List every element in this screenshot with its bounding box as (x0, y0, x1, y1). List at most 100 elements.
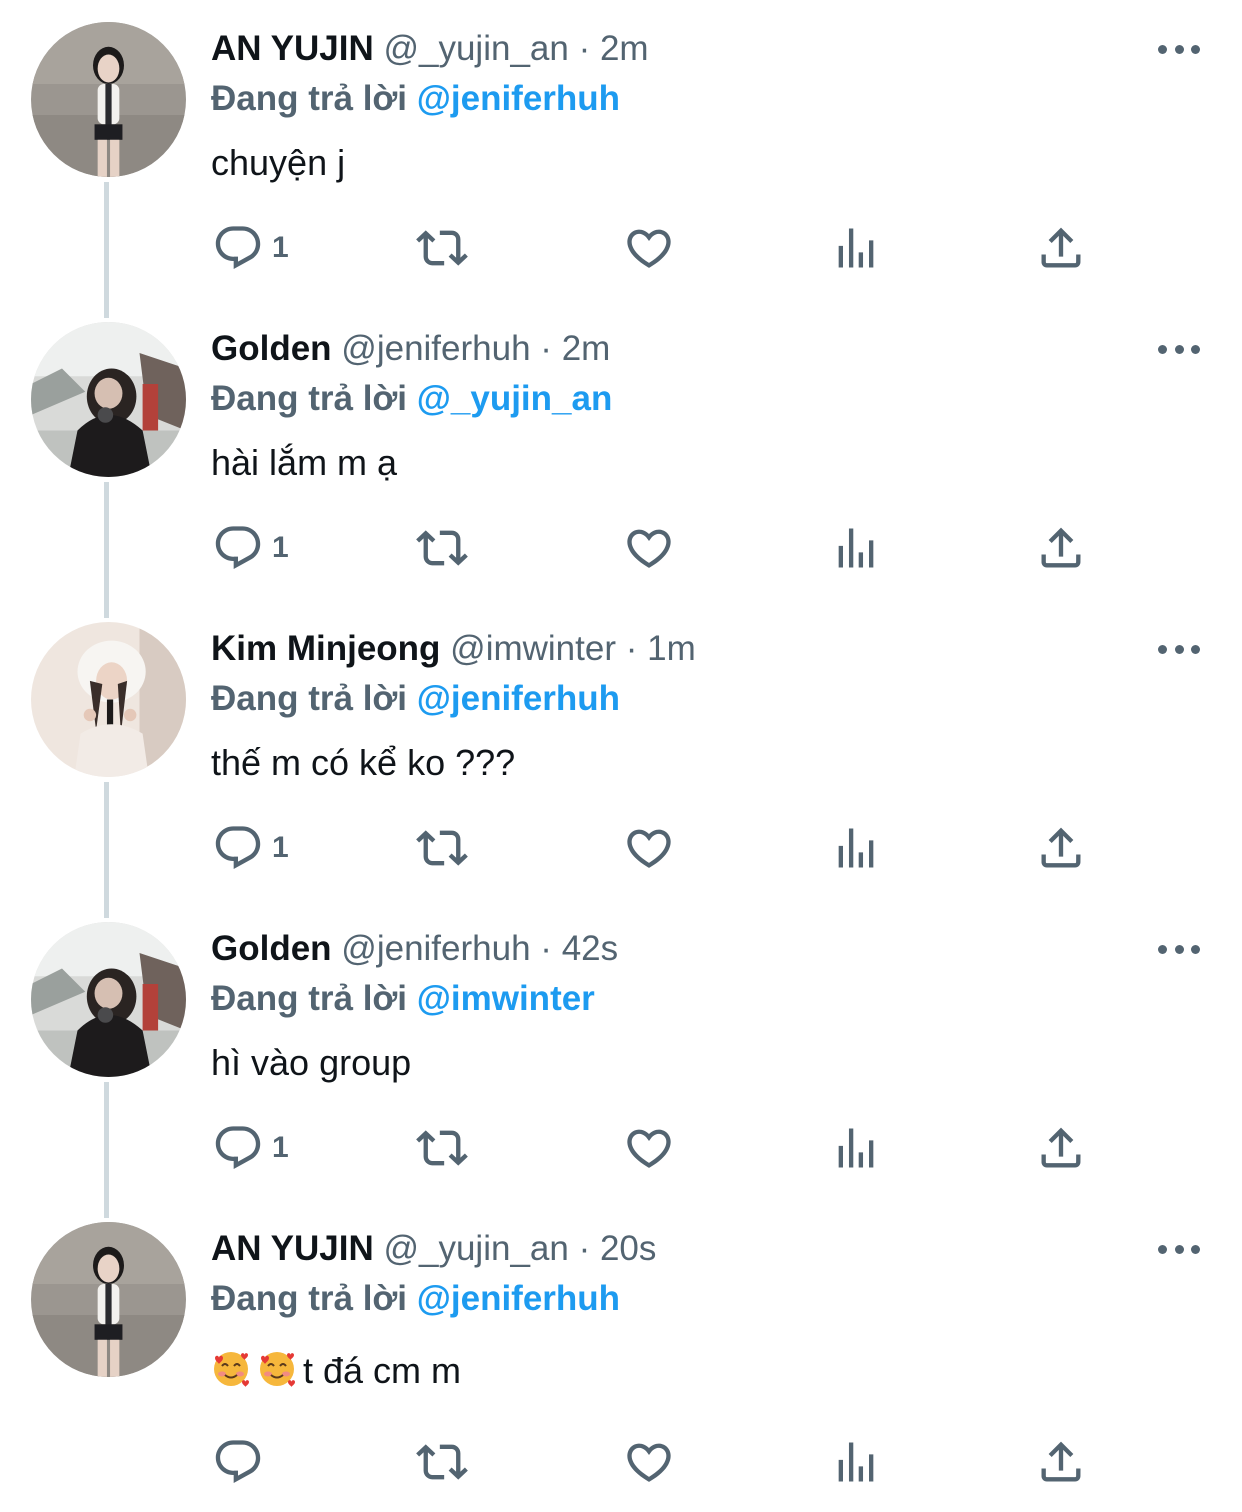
like-button[interactable] (623, 798, 675, 898)
tweet-text-content: t đá cm m (303, 1350, 462, 1391)
like-button[interactable] (623, 198, 675, 298)
avatar[interactable] (31, 1222, 186, 1377)
more-icon[interactable] (1158, 40, 1200, 58)
timestamp[interactable]: 1m (647, 629, 696, 668)
display-name[interactable]: AN YUJIN (211, 1229, 374, 1268)
reply-icon (212, 822, 264, 874)
replying-to: Đang trả lời @imwinter (211, 976, 595, 1022)
replying-to-label: Đang trả lời (211, 79, 408, 118)
user-handle[interactable]: @jeniferhuh (341, 329, 530, 368)
user-handle[interactable]: @_yujin_an (383, 29, 568, 68)
retweet-button[interactable] (416, 798, 468, 898)
like-icon (623, 222, 675, 274)
tweet-text-content: hài lắm m ạ (211, 442, 398, 483)
retweet-button[interactable] (416, 498, 468, 598)
views-icon (830, 1436, 882, 1488)
replying-to-handle[interactable]: @jeniferhuh (417, 79, 620, 118)
views-icon (830, 822, 882, 874)
share-button[interactable] (1035, 198, 1087, 298)
user-handle[interactable]: @imwinter (450, 629, 616, 668)
tweet[interactable]: AN YUJIN @_yujin_an · 20s Đang trả lời @… (0, 1200, 1242, 1502)
reply-button[interactable]: 1 (212, 798, 289, 898)
replying-to-label: Đang trả lời (211, 979, 408, 1018)
retweet-button[interactable] (416, 1098, 468, 1198)
retweet-icon (416, 1122, 468, 1174)
tweet-header: Golden @jeniferhuh · 42s (211, 926, 618, 972)
more-icon[interactable] (1158, 1240, 1200, 1258)
avatar[interactable] (31, 22, 186, 177)
timestamp[interactable]: 42s (562, 929, 618, 968)
more-icon[interactable] (1158, 340, 1200, 358)
replying-to: Đang trả lời @jeniferhuh (211, 676, 620, 722)
display-name[interactable]: Golden (211, 929, 332, 968)
avatar[interactable] (31, 622, 186, 777)
replying-to-handle[interactable]: @imwinter (417, 979, 595, 1018)
retweet-button[interactable] (416, 198, 468, 298)
like-icon (623, 1436, 675, 1488)
tweet-actions: 1 (0, 198, 1242, 298)
share-button[interactable] (1035, 1098, 1087, 1198)
more-icon[interactable] (1158, 940, 1200, 958)
replying-to-label: Đang trả lời (211, 379, 408, 418)
share-button[interactable] (1035, 498, 1087, 598)
reply-icon (212, 1122, 264, 1174)
tweet-actions: 1 (0, 1098, 1242, 1198)
reply-count: 1 (272, 531, 289, 564)
tweet-actions: 1 (0, 798, 1242, 898)
retweet-button[interactable] (416, 1412, 468, 1512)
replying-to: Đang trả lời @jeniferhuh (211, 1276, 620, 1322)
views-button[interactable] (830, 198, 882, 298)
display-name[interactable]: Kim Minjeong (211, 629, 440, 668)
share-button[interactable] (1035, 1412, 1087, 1512)
display-name[interactable]: AN YUJIN (211, 29, 374, 68)
timestamp[interactable]: 2m (600, 29, 649, 68)
reply-icon (212, 1436, 264, 1488)
timestamp[interactable]: 20s (600, 1229, 656, 1268)
tweet-text: hì vào group (211, 1040, 411, 1086)
tweet[interactable]: AN YUJIN @_yujin_an · 2m Đang trả lời @j… (0, 0, 1242, 318)
tweet-text-content: hì vào group (211, 1042, 412, 1083)
share-button[interactable] (1035, 798, 1087, 898)
replying-to-handle[interactable]: @jeniferhuh (417, 679, 620, 718)
like-icon (623, 1122, 675, 1174)
share-icon (1035, 822, 1087, 874)
tweet-text: t đá cm m (211, 1348, 461, 1394)
more-icon[interactable] (1158, 640, 1200, 658)
reply-count: 1 (272, 831, 289, 864)
like-button[interactable] (623, 1412, 675, 1512)
replying-to-handle[interactable]: @_yujin_an (417, 379, 613, 418)
tweet-text: chuyện j (211, 140, 345, 186)
reply-count: 1 (272, 231, 289, 264)
replying-to-handle[interactable]: @jeniferhuh (417, 1279, 620, 1318)
tweet[interactable]: Golden @jeniferhuh · 42s Đang trả lời @i… (0, 900, 1242, 1218)
timestamp[interactable]: 2m (562, 329, 611, 368)
like-button[interactable] (623, 1098, 675, 1198)
share-icon (1035, 222, 1087, 274)
reply-button[interactable]: 1 (212, 198, 289, 298)
user-handle[interactable]: @_yujin_an (383, 1229, 568, 1268)
reply-icon (212, 522, 264, 574)
views-button[interactable] (830, 1098, 882, 1198)
tweet[interactable]: Kim Minjeong @imwinter · 1m Đang trả lời… (0, 600, 1242, 918)
like-button[interactable] (623, 498, 675, 598)
retweet-icon (416, 222, 468, 274)
share-icon (1035, 1436, 1087, 1488)
tweet-header: AN YUJIN @_yujin_an · 2m (211, 26, 649, 72)
views-icon (830, 1122, 882, 1174)
separator-dot: · (540, 929, 552, 968)
retweet-icon (416, 1436, 468, 1488)
views-button[interactable] (830, 1412, 882, 1512)
display-name[interactable]: Golden (211, 329, 332, 368)
avatar[interactable] (31, 922, 186, 1077)
views-button[interactable] (830, 798, 882, 898)
tweet-header: AN YUJIN @_yujin_an · 20s (211, 1226, 656, 1272)
reply-button[interactable] (212, 1412, 272, 1512)
views-button[interactable] (830, 498, 882, 598)
reply-button[interactable]: 1 (212, 498, 289, 598)
tweet[interactable]: Golden @jeniferhuh · 2m Đang trả lời @_y… (0, 300, 1242, 618)
reply-button[interactable]: 1 (212, 1098, 289, 1198)
tweet-actions (0, 1412, 1242, 1512)
replying-to: Đang trả lời @_yujin_an (211, 376, 612, 422)
user-handle[interactable]: @jeniferhuh (341, 929, 530, 968)
avatar[interactable] (31, 322, 186, 477)
